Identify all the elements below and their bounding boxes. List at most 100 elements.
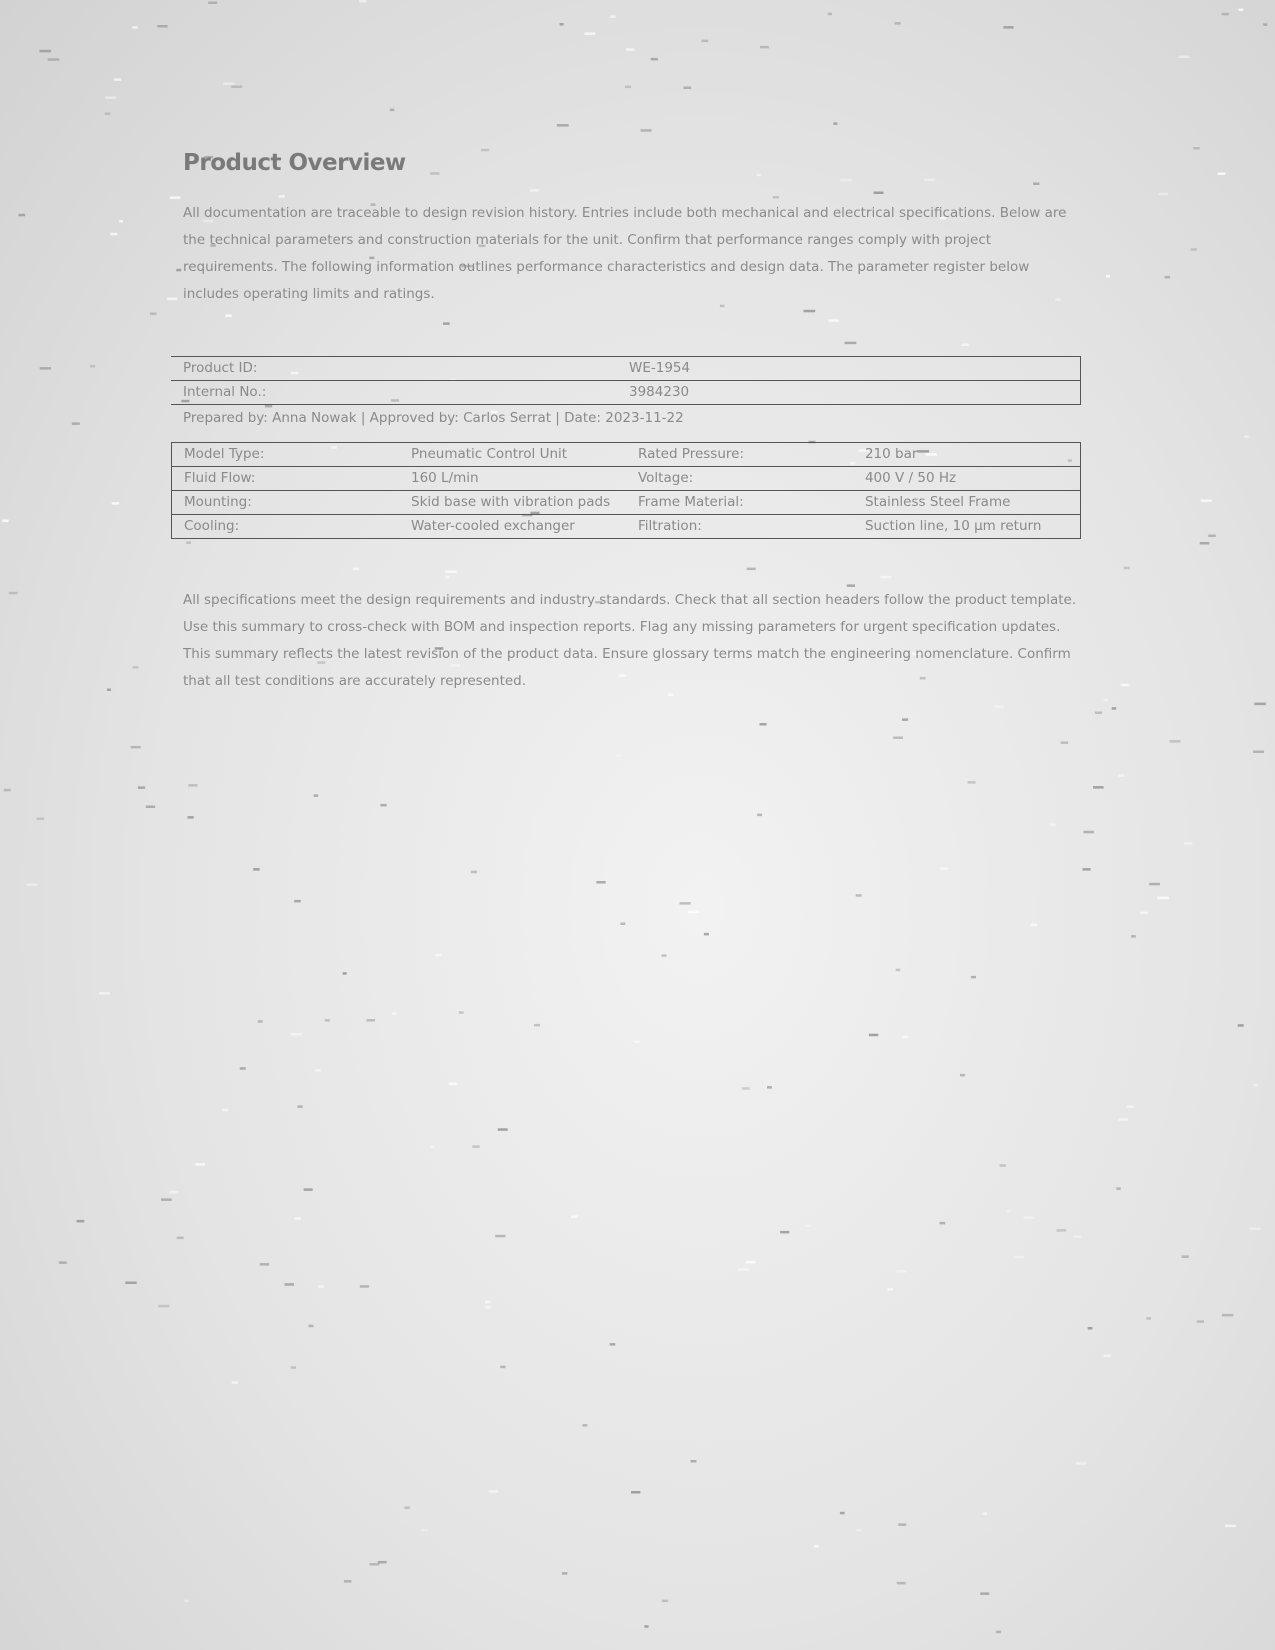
paper-speckle — [1093, 786, 1104, 789]
paper-speckle — [1196, 1320, 1204, 1323]
table-cell: Cooling: — [171, 514, 399, 539]
paper-speckle — [26, 883, 38, 886]
paper-speckle — [1118, 1118, 1128, 1121]
paper-speckle — [644, 1625, 649, 1628]
paper-speckle — [221, 1108, 229, 1112]
table-cell: Voltage: — [625, 466, 853, 491]
paper-speckle — [1030, 923, 1038, 927]
paper-speckle — [359, 0, 367, 3]
paper-speckle — [39, 367, 51, 370]
paper-speckle — [195, 1163, 205, 1166]
paper-speckle — [759, 723, 767, 726]
paper-speckle — [624, 85, 632, 89]
paper-speckle — [1146, 1317, 1151, 1320]
paper-speckle — [650, 57, 658, 61]
paper-speckle — [125, 1281, 137, 1284]
paper-speckle — [1116, 1187, 1121, 1190]
paper-speckle — [110, 232, 118, 236]
paper-speckle — [745, 1260, 756, 1264]
paper-speckle — [497, 1128, 508, 1131]
paper-speckle — [970, 975, 976, 979]
paper-speckle — [1190, 248, 1197, 251]
paper-speckle — [1158, 192, 1169, 196]
paper-speckle — [161, 1198, 172, 1201]
paper-speckle — [315, 1069, 321, 1072]
paper-speckle — [176, 268, 182, 272]
paper-speckle — [1103, 698, 1108, 702]
paper-speckle — [488, 1490, 499, 1493]
paper-speckle — [167, 297, 178, 301]
paper-speckle — [703, 932, 709, 936]
table-cell: 400 V / 50 Hz — [852, 466, 1081, 491]
paper-speckle — [895, 968, 901, 972]
paper-speckle — [1111, 707, 1117, 710]
paper-speckle — [1123, 566, 1130, 570]
paper-speckle — [369, 1563, 380, 1566]
paper-speckle — [833, 122, 838, 125]
paper-speckle — [596, 881, 606, 884]
paper-speckle — [559, 23, 564, 26]
paper-speckle — [208, 1, 218, 4]
paper-speckle — [303, 1188, 313, 1191]
paper-speckle — [780, 1230, 790, 1234]
paper-speckle — [679, 902, 691, 905]
paper-speckle — [1126, 1105, 1134, 1108]
table-row: Model Type: Pneumatic Control Unit Rated… — [171, 442, 1081, 467]
paper-speckle — [1238, 8, 1244, 11]
paper-speckle — [1199, 542, 1210, 545]
table-cell: Product ID: — [171, 356, 617, 381]
paper-speckle — [157, 25, 168, 28]
paper-speckle — [898, 1523, 907, 1526]
paper-speckle — [1193, 147, 1200, 150]
paper-speckle — [76, 1219, 85, 1223]
paper-speckle — [896, 1270, 907, 1273]
paper-speckle — [188, 784, 198, 787]
paper-speckle — [1263, 23, 1268, 26]
paper-speckle — [145, 805, 156, 808]
paper-speckle — [169, 1190, 179, 1194]
paper-speckle — [420, 1528, 428, 1532]
table-row: Internal No.: 3984230 — [171, 380, 1081, 405]
table-cell: Water-cooled exchanger — [399, 514, 626, 539]
prepared-by-line: Prepared by: Anna Nowak | Approved by: C… — [183, 410, 684, 426]
paper-speckle — [582, 1424, 588, 1427]
paper-speckle — [939, 1221, 946, 1225]
paper-speckle — [701, 39, 709, 43]
paper-speckle — [690, 1460, 697, 1463]
paper-speckle — [18, 213, 26, 217]
intro-paragraph: All documentation are traceable to desig… — [183, 205, 1067, 302]
paper-speckle — [827, 12, 832, 16]
paper-speckle — [1120, 683, 1129, 687]
paper-speckle — [805, 1224, 811, 1227]
paper-speckle — [231, 1381, 238, 1384]
paper-speckle — [902, 718, 909, 721]
table-cell: Stainless Steel Frame — [852, 490, 1081, 515]
paper-speckle — [1149, 882, 1160, 886]
document-page: Product Overview All documentation are t… — [171, 150, 1081, 695]
paper-speckle — [634, 1040, 640, 1044]
paper-speckle — [297, 1105, 303, 1108]
table-cell: Suction line, 10 µm return — [852, 514, 1081, 539]
paper-speckle — [495, 1234, 506, 1238]
paper-speckle — [1221, 12, 1229, 16]
paper-speckle — [610, 15, 616, 18]
table-cell: 210 bar — [852, 442, 1081, 467]
paper-speckle — [896, 1581, 906, 1585]
paper-speckle — [343, 1580, 352, 1583]
paper-speckle — [556, 124, 569, 127]
paper-speckle — [294, 1217, 301, 1220]
paper-speckle — [620, 922, 626, 925]
paper-speckle — [967, 781, 976, 784]
paper-speckle — [887, 1288, 894, 1291]
paper-speckle — [284, 1283, 294, 1286]
paper-speckle — [855, 894, 862, 897]
paper-speckle — [1244, 435, 1249, 438]
paper-speckle — [99, 992, 110, 995]
paper-speckle — [1208, 534, 1216, 537]
paper-speckle — [472, 1145, 480, 1148]
paper-speckle — [996, 1630, 1001, 1634]
paper-speckle — [90, 364, 96, 368]
paper-speckle — [111, 502, 120, 505]
table-row: Fluid Flow: 160 L/min Voltage: 400 V / 5… — [171, 466, 1081, 491]
paper-speckle — [1006, 1210, 1012, 1213]
